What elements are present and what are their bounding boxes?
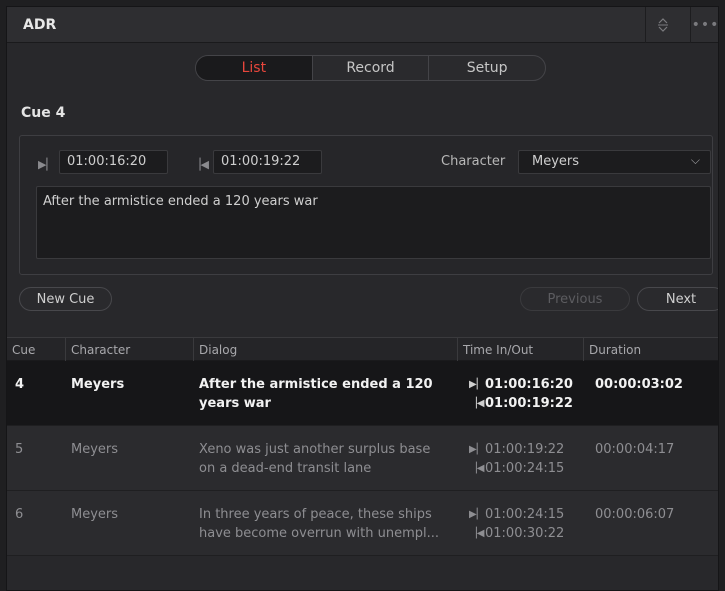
column-header-time[interactable]: Time In/Out [457,338,583,362]
chevron-down-icon: ⌵ [690,153,700,167]
cue-number: 5 [15,442,24,457]
tab-record[interactable]: Record [313,56,430,80]
character-cell: Meyers [71,507,119,522]
time-in: 01:00:16:20 [485,377,573,392]
cue-editor: ▶▏ 01:00:16:20 ▕◀ 01:00:19:22 Character … [19,135,713,275]
sort-icon[interactable] [645,7,679,43]
duration-cell: 00:00:06:07 [595,507,675,522]
column-header-duration[interactable]: Duration [583,338,718,362]
time-in: 01:00:24:15 [485,507,565,522]
character-cell: Meyers [71,377,125,392]
table-row[interactable]: 5 Meyers Xeno was just another surplus b… [7,426,718,491]
dialog-line: years war [199,396,271,411]
dialog-line: After the armistice ended a 120 [199,377,433,392]
dialog-line: Xeno was just another surplus base [199,442,431,457]
mark-out-icon: ▕◀ [469,463,485,474]
time-cell: ▶▏ 01:00:24:15 ▕◀ 01:00:30:22 [469,505,564,543]
column-header-dialog[interactable]: Dialog [193,338,457,362]
time-cell: ▶▏ 01:00:16:20 ▕◀ 01:00:19:22 [469,375,573,413]
panel-header: ADR ••• [7,7,718,43]
mark-out-icon: ▕◀ [469,528,485,539]
table-row[interactable]: 4 Meyers After the armistice ended a 120… [7,361,718,426]
mark-in-icon: ▶▏ [469,444,485,455]
column-header-cue[interactable]: Cue [7,338,65,362]
time-in-field[interactable]: 01:00:16:20 [59,150,168,174]
view-tabs: List Record Setup [195,55,546,81]
tab-setup[interactable]: Setup [429,56,545,80]
mark-in-icon: ▶▏ [469,509,485,520]
dialog-textarea[interactable]: After the armistice ended a 120 years wa… [36,186,711,259]
cue-number: 6 [15,507,24,522]
table-row[interactable]: 6 Meyers In three years of peace, these … [7,491,718,556]
mark-in-icon: ▶▏ [38,158,55,171]
character-cell: Meyers [71,442,119,457]
mark-out-icon: ▕◀ [469,398,485,409]
character-select[interactable]: Meyers ⌵ [518,150,711,174]
dialog-cell: In three years of peace, these ships hav… [199,505,449,543]
time-out: 01:00:24:15 [485,461,565,476]
cue-number: 4 [15,377,25,392]
mark-out-icon: ▕◀ [192,158,209,171]
dialog-line: have become overrun with unempl... [199,526,440,541]
time-out-field[interactable]: 01:00:19:22 [213,150,322,174]
character-label: Character [441,154,506,169]
new-cue-button[interactable]: New Cue [19,287,112,311]
cue-table: Cue Character Dialog Time In/Out Duratio… [7,337,718,556]
dialog-cell: After the armistice ended a 120 years wa… [199,375,449,413]
time-out: 01:00:19:22 [485,396,573,411]
previous-button[interactable]: Previous [520,287,630,311]
next-button[interactable]: Next [637,287,718,311]
cue-title: Cue 4 [21,105,66,121]
duration-cell: 00:00:03:02 [595,377,683,392]
column-header-character[interactable]: Character [65,338,193,362]
panel-title: ADR [23,17,57,33]
duration-cell: 00:00:04:17 [595,442,675,457]
more-options-icon[interactable]: ••• [690,7,718,43]
time-cell: ▶▏ 01:00:19:22 ▕◀ 01:00:24:15 [469,440,564,478]
time-in: 01:00:19:22 [485,442,565,457]
time-out: 01:00:30:22 [485,526,565,541]
dialog-line: In three years of peace, these ships [199,507,432,522]
dialog-cell: Xeno was just another surplus base on a … [199,440,449,478]
tab-list[interactable]: List [196,56,313,80]
dialog-line: on a dead-end transit lane [199,461,372,476]
character-value: Meyers [532,154,580,169]
table-header: Cue Character Dialog Time In/Out Duratio… [7,337,718,362]
mark-in-icon: ▶▏ [469,379,485,390]
adr-panel: ADR ••• List Record Setup Cue 4 ▶▏ 01:00… [6,6,719,591]
